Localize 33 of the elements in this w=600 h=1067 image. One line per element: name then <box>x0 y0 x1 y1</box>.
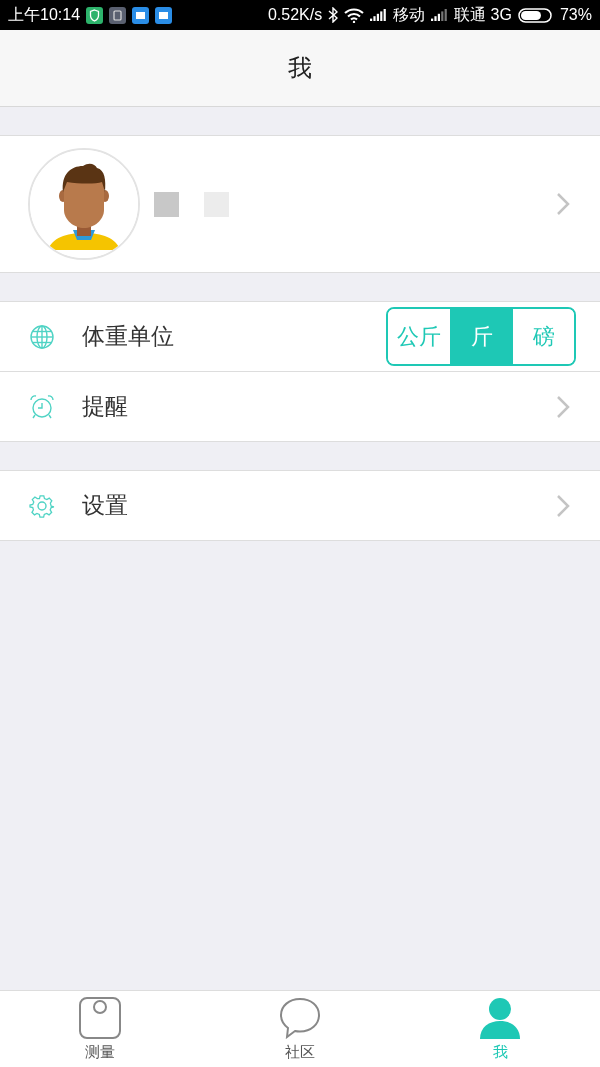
globe-icon <box>29 323 55 350</box>
network-speed: 0.52K/s <box>267 6 323 24</box>
chevron-icon <box>556 394 570 419</box>
name-placeholder <box>154 191 179 217</box>
app-icon <box>109 6 127 24</box>
carrier-name: 联通 3G <box>454 4 512 25</box>
settings-icon <box>29 492 55 519</box>
row-label: 体重单位 <box>82 322 175 351</box>
settings-row[interactable]: 提醒 <box>0 371 600 441</box>
alarm-clock-icon <box>29 393 55 420</box>
battery-icon <box>517 7 554 23</box>
scale-icon <box>79 996 121 1039</box>
tab-item[interactable]: 测量 <box>0 991 200 1067</box>
person-icon <box>479 996 521 1039</box>
page-title: 我 <box>288 53 312 84</box>
speech-bubble-icon <box>279 996 321 1039</box>
profile-card[interactable] <box>0 135 600 273</box>
signal-icon <box>370 9 388 21</box>
row-label: 设置 <box>82 491 129 520</box>
app-icon <box>155 6 173 24</box>
status-time: 上午10:14 <box>8 4 81 25</box>
settings-row[interactable]: 设置 <box>0 471 600 540</box>
signal-icon <box>431 9 449 21</box>
carrier-name: 移动 <box>393 4 426 25</box>
bluetooth-icon <box>328 7 339 23</box>
chevron-icon <box>556 192 570 216</box>
wifi-icon <box>344 7 365 23</box>
app-icon <box>132 6 150 24</box>
tab-item[interactable]: 社区 <box>200 991 400 1067</box>
shield-icon <box>86 6 104 24</box>
battery-percent: 73% <box>559 6 592 24</box>
row-label: 提醒 <box>82 392 129 421</box>
chevron-icon <box>556 493 570 518</box>
